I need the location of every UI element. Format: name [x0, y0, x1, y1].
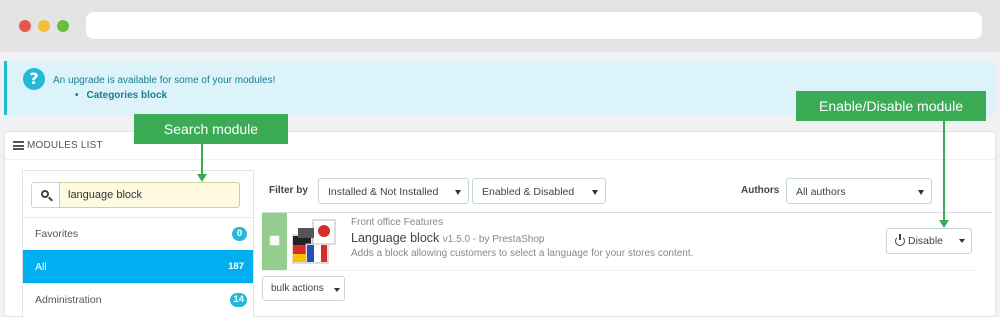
question-icon: ? [23, 68, 45, 90]
bulk-actions-label: bulk actions [271, 283, 324, 294]
language-flags-icon [292, 219, 336, 264]
category-sidebar: Favorites 0 All 187 Administration 14 [22, 170, 254, 317]
browser-chrome [0, 0, 1000, 52]
module-action-group: Disable [886, 228, 972, 254]
filter-by-label: Filter by [269, 185, 308, 196]
module-description: Adds a block allowing customers to selec… [351, 248, 694, 259]
category-count-badge: 0 [232, 227, 247, 241]
module-category: Front office Features [351, 217, 444, 228]
arrow-down-icon [939, 220, 949, 228]
alert-module-link[interactable]: Categories block [87, 90, 168, 101]
authors-select[interactable]: All authors [786, 178, 932, 204]
select-value: Installed & Not Installed [328, 186, 439, 198]
caret-down-icon [334, 288, 340, 292]
search-button[interactable] [31, 182, 59, 208]
toggle-callout-arrow [943, 121, 945, 221]
category-count-badge: 14 [230, 293, 247, 307]
module-name: Language block [351, 231, 440, 245]
address-bar[interactable] [86, 12, 982, 39]
disable-label: Disable [908, 235, 944, 247]
minimize-window-icon[interactable] [38, 20, 50, 32]
bulk-actions-button[interactable]: bulk actions [262, 276, 345, 301]
list-icon [13, 141, 24, 150]
category-item-administration[interactable]: Administration 14 [23, 283, 253, 316]
select-value: All authors [796, 186, 846, 198]
chevron-down-icon [918, 190, 924, 195]
select-value: Enabled & Disabled [482, 186, 575, 198]
install-status-select[interactable]: Installed & Not Installed [318, 178, 469, 204]
module-search [31, 182, 240, 208]
authors-label: Authors [741, 185, 780, 196]
module-title: Language block v1.5.0 - by PrestaShop [351, 231, 545, 245]
alert-message: An upgrade is available for some of your… [53, 75, 276, 86]
category-label: Favorites [35, 228, 79, 240]
module-row: Front office Features Language block v1.… [262, 213, 976, 271]
module-checkbox[interactable] [269, 235, 280, 246]
chevron-down-icon [592, 190, 598, 195]
close-window-icon[interactable] [19, 20, 31, 32]
search-callout-arrow [201, 144, 203, 175]
toggle-module-callout: Enable/Disable module [796, 91, 986, 121]
category-item-favorites[interactable]: Favorites 0 [23, 217, 253, 250]
category-count-badge: 187 [228, 261, 244, 272]
action-dropdown-toggle[interactable] [953, 229, 971, 253]
enable-status-select[interactable]: Enabled & Disabled [472, 178, 606, 204]
alert-module-item[interactable]: • Categories block [75, 90, 167, 101]
chevron-down-icon [455, 190, 461, 195]
search-module-callout: Search module [134, 114, 288, 144]
caret-down-icon [959, 239, 965, 243]
bullet-icon: • [75, 90, 79, 101]
category-item-all[interactable]: All 187 [23, 250, 253, 283]
disable-button[interactable]: Disable [887, 229, 953, 253]
category-label: All [35, 261, 47, 273]
module-status-cell [262, 213, 287, 270]
maximize-window-icon[interactable] [57, 20, 69, 32]
arrow-down-icon [197, 174, 207, 182]
category-label: Administration [35, 294, 102, 306]
panel-title: MODULES LIST [27, 140, 103, 151]
search-input[interactable] [59, 182, 240, 208]
module-version-author: v1.5.0 - by PrestaShop [442, 234, 545, 245]
